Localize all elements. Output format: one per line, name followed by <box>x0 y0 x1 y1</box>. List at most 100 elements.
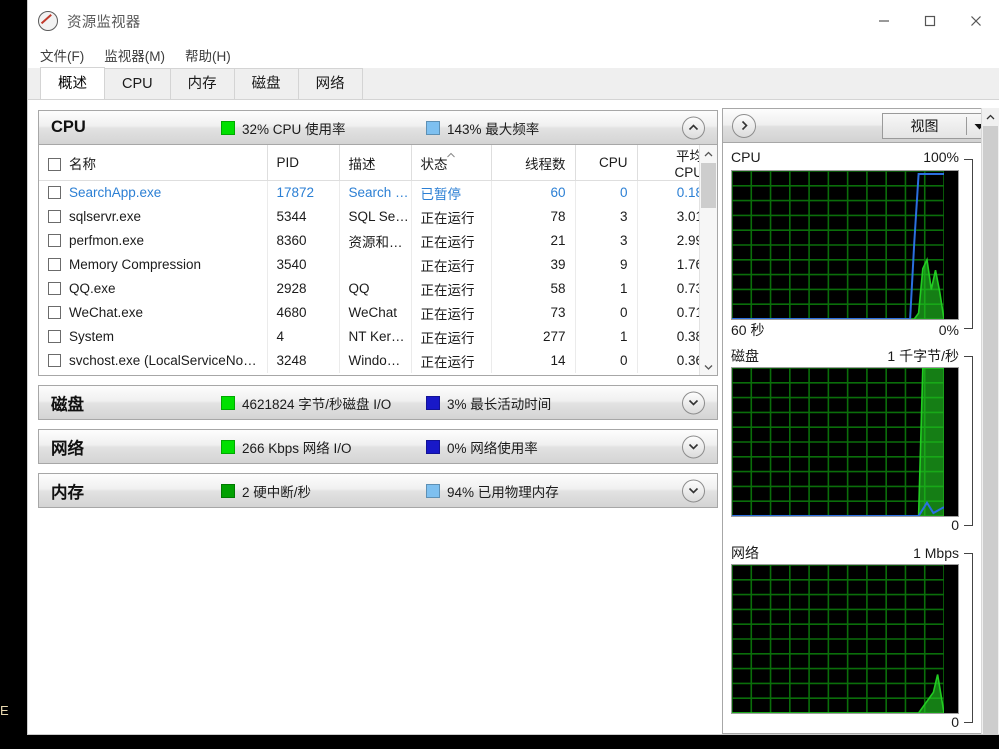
tab-overview[interactable]: 概述 <box>40 67 105 99</box>
cell-cpu: 3 <box>575 204 638 229</box>
graph-top-labels: CPU 100% <box>731 149 973 170</box>
row-checkbox[interactable] <box>48 354 61 367</box>
tab-disk[interactable]: 磁盘 <box>233 68 299 99</box>
row-checkbox[interactable] <box>48 282 61 295</box>
process-name-cell: Memory Compression <box>39 252 268 277</box>
cell-cpu: 1 <box>575 324 638 349</box>
maximize-icon[interactable] <box>907 0 953 42</box>
disk-panel-header[interactable]: 磁盘 4621824 字节/秒磁盘 I/O 3% 最长活动时间 <box>38 385 718 420</box>
table-row[interactable]: WeChat.exe 4680WeChat正在运行730 0.71 <box>39 300 699 325</box>
network-panel-header[interactable]: 网络 266 Kbps 网络 I/O 0% 网络使用率 <box>38 429 718 464</box>
menu-item-file[interactable]: 文件(F) <box>40 45 84 65</box>
graph-list: CPU100%60 秒0%磁盘1 千字节/秒0网络1 Mbps0内存100 硬中… <box>722 143 982 734</box>
cell-status: 正在运行 <box>411 348 492 373</box>
process-name-cell: svchost.exe (LocalServiceNo… <box>39 348 268 373</box>
process-name-label: QQ.exe <box>69 281 116 296</box>
row-checkbox[interactable] <box>48 210 61 223</box>
table-row[interactable]: perfmon.exe 8360资源和…正在运行213 2.99 <box>39 228 699 253</box>
graph-axis-bracket <box>964 159 973 329</box>
graph-pane-scrollbar[interactable] <box>981 108 999 734</box>
cell-avgcpu: 0.38 <box>676 329 699 344</box>
scrollbar-thumb[interactable] <box>983 126 998 734</box>
cell-pid: 4680 <box>267 300 340 325</box>
minimize-icon[interactable] <box>861 0 907 42</box>
scroll-up-icon[interactable] <box>700 145 717 162</box>
cell-desc: WeChat <box>339 300 412 325</box>
column-header-cpu[interactable]: CPU <box>575 145 638 181</box>
select-all-checkbox[interactable] <box>48 157 61 171</box>
row-checkbox[interactable] <box>48 258 61 271</box>
memory-metric-1-text: 2 硬中断/秒 <box>242 484 312 500</box>
cell-status: 已暂停 <box>411 180 492 205</box>
disk-metric-2-text: 3% 最长活动时间 <box>447 396 552 412</box>
view-button[interactable]: 视图 <box>882 113 992 139</box>
scrollbar-thumb[interactable] <box>701 163 716 208</box>
cell-status: 正在运行 <box>411 252 492 277</box>
overview-left-pane: CPU 32% CPU 使用率 143% 最大频率 名称 PID 描述 状态 线… <box>28 100 718 734</box>
tab-cpu[interactable]: CPU <box>104 68 171 99</box>
process-table-columns: 名称 PID 描述 状态 线程数 CPU 平 CP SearchApp.exe … <box>39 145 699 375</box>
table-row[interactable]: SearchApp.exe 17872Search …已暂停600 0.18 <box>39 180 699 205</box>
graph-title: 网络 <box>731 545 759 561</box>
network-swatch-2 <box>426 439 440 454</box>
table-row[interactable]: sqlservr.exe 5344SQL Se…正在运行783 3.01 <box>39 204 699 229</box>
menu-item-monitor[interactable]: 监视器(M) <box>104 45 165 65</box>
column-header-threads[interactable]: 线程数 <box>491 145 576 181</box>
chevron-down-icon[interactable] <box>682 391 705 414</box>
column-header-status[interactable]: 状态 <box>411 145 492 181</box>
table-row[interactable]: QQ.exe 2928QQ正在运行581 0.73 <box>39 276 699 301</box>
tab-network[interactable]: 网络 <box>297 68 363 99</box>
memory-panel: 内存 2 硬中断/秒 94% 已用物理内存 <box>38 473 718 508</box>
column-header-average-cpu[interactable]: 平均 CPU <box>637 145 699 181</box>
chevron-right-circle-icon[interactable] <box>732 113 756 138</box>
process-name-cell: sqlservr.exe <box>39 204 268 229</box>
graph-max-label: 1 千字节/秒 <box>887 348 959 364</box>
disk-metric-2: 3% 最长活动时间 <box>426 393 551 413</box>
screen-bottom-bar <box>0 735 999 749</box>
chevron-down-icon[interactable] <box>682 479 705 502</box>
process-table-scrollbar[interactable] <box>699 145 717 375</box>
resource-monitor-icon <box>38 11 58 31</box>
cell-pid: 2928 <box>267 276 340 301</box>
close-icon[interactable] <box>953 0 999 42</box>
cell-status: 正在运行 <box>411 324 492 349</box>
menu-item-help[interactable]: 帮助(H) <box>185 45 231 65</box>
graph-bottom-labels: 0 <box>731 517 973 537</box>
tab-memory[interactable]: 内存 <box>169 68 235 99</box>
column-header-pid[interactable]: PID <box>267 145 340 181</box>
process-name-label: WeChat.exe <box>69 305 144 320</box>
column-header-name[interactable]: 名称 <box>39 145 268 181</box>
cpu-panel-header[interactable]: CPU 32% CPU 使用率 143% 最大频率 <box>38 110 718 145</box>
chevron-down-icon[interactable] <box>682 435 705 458</box>
table-row[interactable]: System 4NT Ker…正在运行2771 0.38 <box>39 324 699 349</box>
process-name-label: System <box>69 329 115 344</box>
chevron-up-icon[interactable] <box>682 116 705 139</box>
row-checkbox[interactable] <box>48 330 61 343</box>
cell-desc: Search … <box>339 180 412 205</box>
table-row[interactable]: Memory Compression 3540 正在运行399 1.76 <box>39 252 699 277</box>
cpu-maxfreq-metric: 143% 最大频率 <box>426 118 539 138</box>
process-name-label: SearchApp.exe <box>69 185 162 201</box>
row-checkbox[interactable] <box>48 306 61 319</box>
row-checkbox[interactable] <box>48 186 61 200</box>
collapsed-panels: 磁盘 4621824 字节/秒磁盘 I/O 3% 最长活动时间 网络 266 Kbps … <box>38 385 718 508</box>
graph-CPU: CPU 100% 60 秒 0% <box>731 149 973 340</box>
cell-cpu: 0 <box>575 300 638 325</box>
process-name-cell: QQ.exe <box>39 276 268 301</box>
process-name-cell: System <box>39 324 268 349</box>
disk-swatch-2 <box>426 395 440 410</box>
graph-网络: 网络 1 Mbps 0 <box>731 543 973 733</box>
cell-desc: QQ <box>339 276 412 301</box>
row-checkbox[interactable] <box>48 234 61 247</box>
network-metric-1: 266 Kbps 网络 I/O <box>221 437 426 457</box>
process-name-label: perfmon.exe <box>69 233 145 248</box>
column-header-description[interactable]: 描述 <box>339 145 412 181</box>
table-row[interactable]: svchost.exe (LocalServiceNo… 3248 Windo… 正在… <box>39 348 699 373</box>
memory-panel-header[interactable]: 内存 2 硬中断/秒 94% 已用物理内存 <box>38 473 718 508</box>
cell-avgcpu: 0.73 <box>676 281 699 296</box>
scroll-down-icon[interactable] <box>700 358 717 375</box>
resource-monitor-window: 资源监视器 文件(F) 监视器(M) 帮助(H) 概述 CPU 内存 磁盘 网络… <box>27 0 999 735</box>
disk-metric-1: 4621824 字节/秒磁盘 I/O <box>221 393 426 413</box>
cpu-panel: CPU 32% CPU 使用率 143% 最大频率 名称 PID 描述 状态 线… <box>38 110 718 376</box>
scroll-up-icon[interactable] <box>982 108 999 125</box>
